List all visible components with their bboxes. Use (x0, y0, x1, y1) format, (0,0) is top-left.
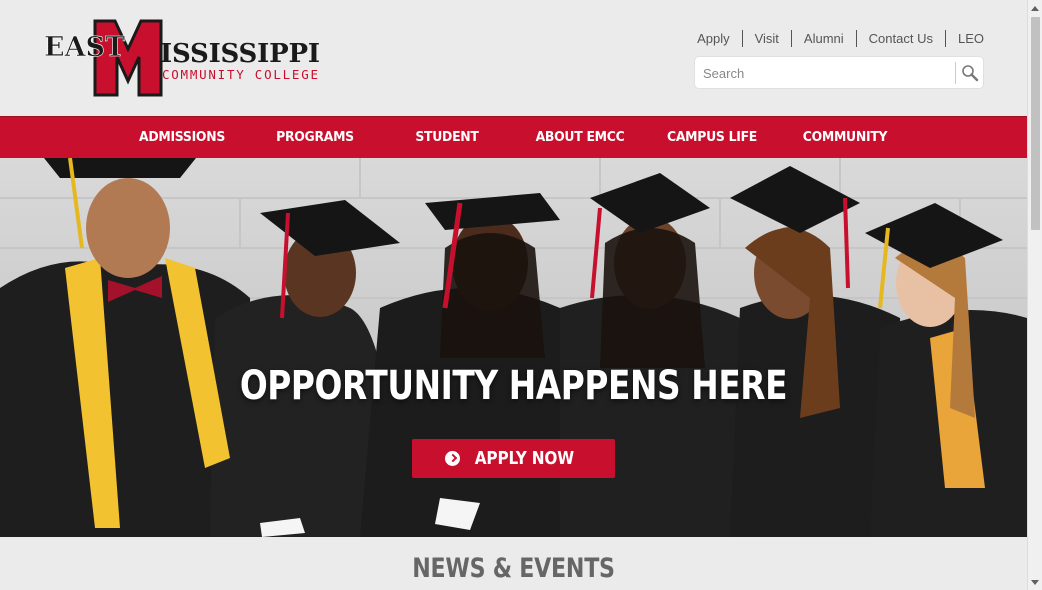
scroll-up-arrow-icon[interactable] (1031, 6, 1039, 11)
scroll-thumb[interactable] (1031, 17, 1040, 230)
nav-campus-life[interactable]: CAMPUS LIFE (666, 117, 758, 159)
hero-graduates-photo (0, 158, 1027, 537)
logo-text-community-college: COMMUNITY COLLEGE (162, 67, 318, 82)
apply-now-label: APPLY NOW (474, 448, 574, 469)
nav-student-services[interactable]: STUDENT SERVICES (387, 117, 507, 185)
util-link-contact-us[interactable]: Contact Us (857, 31, 945, 46)
main-nav: ADMISSIONS PROGRAMS STUDENT SERVICES ABO… (0, 116, 1027, 185)
logo-text-mississippi: ISSISSIPPI (160, 39, 320, 69)
util-link-apply[interactable]: Apply (685, 31, 742, 46)
page: EAST ISSISSIPPI COMMUNITY COLLEGE Apply … (0, 0, 1027, 590)
search-input[interactable] (703, 63, 948, 83)
site-header: EAST ISSISSIPPI COMMUNITY COLLEGE Apply … (0, 0, 1027, 116)
nav-admissions[interactable]: ADMISSIONS (136, 117, 228, 159)
page-scrollbar[interactable] (1027, 0, 1042, 590)
search-divider (955, 62, 956, 84)
search-icon[interactable] (959, 62, 981, 84)
hero-banner: OPPORTUNITY HAPPENS HERE APPLY NOW (0, 158, 1027, 537)
hero-headline: OPPORTUNITY HAPPENS HERE (239, 363, 788, 409)
nav-community[interactable]: COMMUNITY (799, 117, 891, 159)
search-box (694, 56, 984, 89)
logo-text-east: EAST (44, 32, 125, 63)
utility-nav: Apply Visit Alumni Contact Us LEO (685, 30, 984, 47)
util-link-leo[interactable]: LEO (946, 31, 984, 46)
scroll-down-arrow-icon[interactable] (1031, 580, 1039, 585)
news-events-section: NEWS & EVENTS (0, 537, 1027, 590)
nav-about-emcc[interactable]: ABOUT EMCC (534, 117, 626, 159)
util-link-alumni[interactable]: Alumni (792, 31, 856, 46)
apply-now-button[interactable]: APPLY NOW (412, 439, 615, 478)
news-events-heading: NEWS & EVENTS (412, 553, 615, 584)
util-link-visit[interactable]: Visit (743, 31, 791, 46)
nav-programs[interactable]: PROGRAMS (269, 117, 361, 159)
arrow-circle-right-icon (444, 451, 460, 466)
college-logo[interactable]: EAST ISSISSIPPI COMMUNITY COLLEGE (43, 19, 321, 97)
